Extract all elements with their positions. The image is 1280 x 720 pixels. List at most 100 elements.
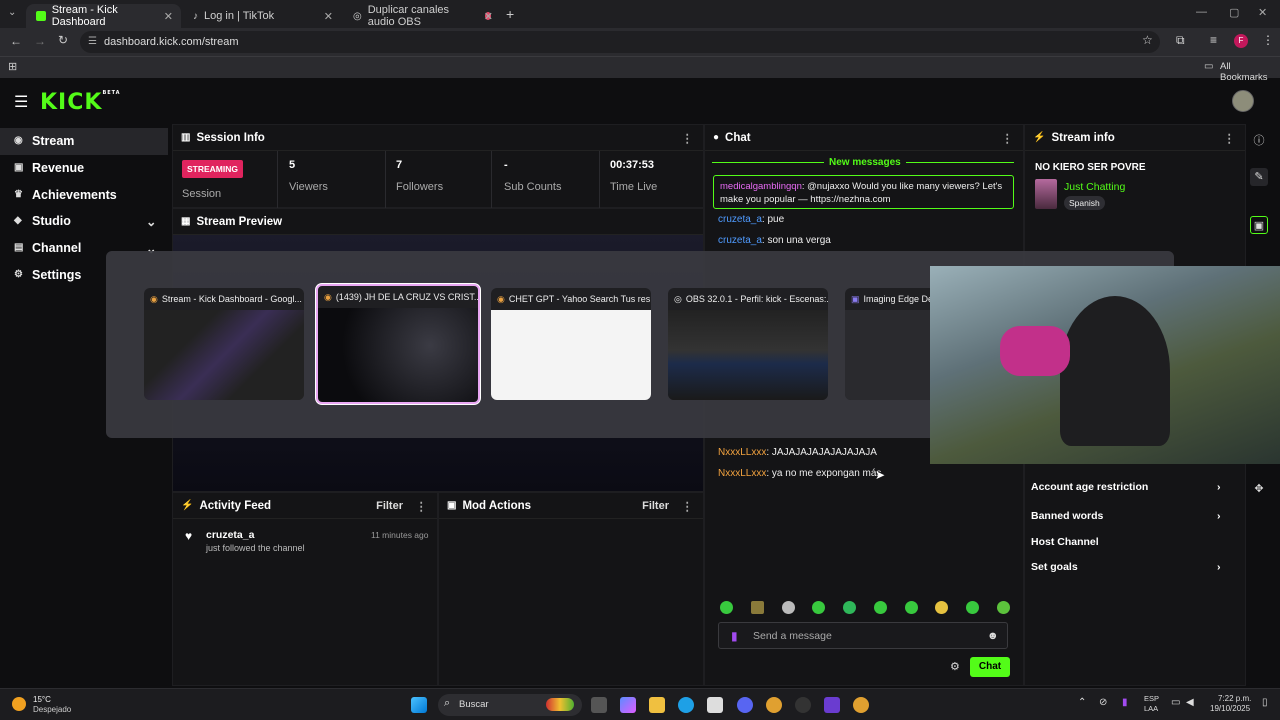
chrome-icon[interactable] <box>766 697 782 713</box>
chat-username[interactable]: NxxxLLxxx <box>718 468 766 479</box>
emoji-icon[interactable]: ☻ <box>987 623 999 649</box>
browser-menu-icon[interactable]: ⋮ <box>1262 33 1274 47</box>
window-thumbnail <box>318 308 478 402</box>
activity-user[interactable]: cruzeta_a <box>206 529 254 541</box>
filter-button[interactable]: Filter <box>376 500 403 512</box>
bookmark-star-icon[interactable]: ☆ <box>1142 33 1153 47</box>
trophy-icon: ♛ <box>14 188 23 200</box>
emote-icon[interactable] <box>996 601 1010 614</box>
setting-host-channel[interactable]: Host Channel <box>1031 536 1099 548</box>
hamburger-menu-icon[interactable]: ☰ <box>14 92 28 112</box>
setting-set-goals[interactable]: Set goals › <box>1031 561 1221 573</box>
obs-icon[interactable] <box>795 697 811 713</box>
speaker-icon[interactable]: ◀ <box>1186 697 1194 708</box>
sidebar-item-stream[interactable]: ◉ Stream <box>0 128 168 155</box>
task-view-icon[interactable] <box>591 697 607 713</box>
more-options-icon[interactable]: ⋮ <box>1224 131 1236 145</box>
switcher-window-obs[interactable]: ◎ OBS 32.0.1 - Perfil: kick - Escenas:... <box>668 288 828 400</box>
moderation-icon[interactable]: ✥ <box>1250 480 1268 498</box>
widget-icon[interactable]: ▣ <box>1250 216 1268 234</box>
reload-icon[interactable]: ↻ <box>58 33 68 47</box>
emote-icon[interactable] <box>843 601 857 614</box>
search-icon: ⌕ <box>444 697 451 709</box>
emote-icon[interactable] <box>750 601 764 614</box>
chevron-up-icon[interactable]: ⌃ <box>1078 697 1086 708</box>
new-tab-icon[interactable]: + <box>506 6 514 22</box>
file-explorer-icon[interactable] <box>649 697 665 713</box>
info-icon[interactable]: ⓘ <box>1250 132 1268 150</box>
edge-icon[interactable] <box>678 697 694 713</box>
switcher-window-kick[interactable]: ◉ Stream - Kick Dashboard - Googl... <box>144 288 304 400</box>
tab-obs-audio[interactable]: ◎ Duplicar canales audio OBS ✕ <box>343 4 501 28</box>
extensions-icon[interactable]: ⧉ <box>1176 33 1185 48</box>
close-tab-icon[interactable]: ✕ <box>484 10 493 23</box>
emote-icon[interactable] <box>720 601 733 614</box>
emote-icon[interactable] <box>781 601 795 614</box>
category-link[interactable]: Just Chatting <box>1064 181 1125 193</box>
emote-icon[interactable] <box>873 601 887 614</box>
close-tab-icon[interactable]: ✕ <box>324 10 333 23</box>
chat-message-text: : ya no me expongan más <box>766 468 882 479</box>
taskbar-search[interactable]: ⌕ Buscar <box>438 694 582 716</box>
more-options-icon[interactable]: ⋮ <box>1002 131 1014 145</box>
clock-time[interactable]: 7:22 p.m. <box>1218 694 1251 703</box>
profile-avatar[interactable]: F <box>1234 34 1248 48</box>
imaging-edge-icon[interactable] <box>824 697 840 713</box>
close-window-icon[interactable]: ✕ <box>1258 6 1267 19</box>
emote-icon[interactable] <box>966 601 980 614</box>
setting-account-age-restriction[interactable]: Account age restriction › <box>1031 481 1221 493</box>
chat-username[interactable]: cruzeta_a <box>718 235 762 246</box>
tab-list-icon[interactable]: ⌄ <box>8 7 16 18</box>
close-tab-icon[interactable]: ✕ <box>164 10 173 23</box>
edit-pencil-icon[interactable]: ✎ <box>1250 168 1268 186</box>
kick-logo[interactable]: KICKBETA <box>40 90 121 115</box>
sidebar-item-revenue[interactable]: ▣ Revenue <box>0 155 168 182</box>
setting-banned-words[interactable]: Banned words › <box>1031 510 1221 522</box>
user-avatar[interactable] <box>1232 90 1254 112</box>
store-icon[interactable] <box>707 697 723 713</box>
switcher-window-imaging-edge[interactable]: ▣ Imaging Edge De... <box>845 288 935 400</box>
switcher-window-youtube[interactable]: ◉ (1439) JH DE LA CRUZ VS CRIST... <box>316 284 480 404</box>
more-options-icon[interactable]: ⋮ <box>682 131 694 145</box>
chat-settings-gear-icon[interactable]: ⚙ <box>950 660 960 673</box>
emote-icon[interactable] <box>904 601 918 614</box>
discord-icon[interactable] <box>737 697 753 713</box>
sidebar-item-achievements[interactable]: ♛ Achievements <box>0 181 168 208</box>
emote-icon[interactable] <box>812 601 826 614</box>
network-off-icon[interactable]: ⊘ <box>1099 697 1107 708</box>
site-info-icon[interactable]: ☰ <box>88 31 97 53</box>
more-options-icon[interactable]: ⋮ <box>682 499 694 513</box>
tab-tiktok[interactable]: ♪ Log in | TikTok ✕ <box>183 4 341 28</box>
forward-icon[interactable]: → <box>34 34 46 48</box>
switcher-window-yahoo[interactable]: ◉ CHET GPT - Yahoo Search Tus res... <box>491 288 651 400</box>
media-controls-icon[interactable]: ≡ <box>1210 33 1217 47</box>
apps-grid-icon[interactable]: ⊞ <box>8 60 17 73</box>
maximize-icon[interactable]: ▢ <box>1229 6 1239 19</box>
clock-date[interactable]: 19/10/2025 <box>1210 704 1250 713</box>
chat-username[interactable]: cruzeta_a <box>718 214 762 225</box>
chat-icon: ● <box>713 132 720 143</box>
minimize-icon[interactable]: — <box>1196 6 1207 18</box>
filter-button[interactable]: Filter <box>642 500 669 512</box>
chevron-down-icon[interactable]: ⌄ <box>146 214 156 229</box>
copilot-icon[interactable] <box>620 697 636 713</box>
chrome-profile-icon[interactable] <box>853 697 869 713</box>
display-icon[interactable]: ▭ <box>1171 697 1180 708</box>
microphone-icon[interactable]: ▮ <box>731 623 738 649</box>
language-indicator[interactable]: ESP <box>1144 694 1159 703</box>
chat-username[interactable]: medicalgamblingqn <box>720 181 802 192</box>
chat-username[interactable]: NxxxLLxxx <box>718 447 766 458</box>
sidebar-item-studio[interactable]: ◆ Studio ⌄ <box>0 208 168 235</box>
url-input[interactable]: ☰ dashboard.kick.com/stream <box>80 31 1160 53</box>
more-options-icon[interactable]: ⋮ <box>416 499 428 513</box>
stat-time-live: 00:37:53 Time Live <box>610 159 657 193</box>
chat-message-input[interactable]: ▮ Send a message ☻ <box>718 622 1008 649</box>
microphone-icon[interactable]: ▮ <box>1122 697 1128 708</box>
tab-kick-dashboard[interactable]: Stream - Kick Dashboard ✕ <box>26 4 181 28</box>
notifications-icon[interactable]: ▯ <box>1262 697 1268 708</box>
back-icon[interactable]: ← <box>10 34 22 48</box>
emote-icon[interactable] <box>935 601 949 614</box>
keyboard-layout[interactable]: LAA <box>1144 704 1158 713</box>
send-chat-button[interactable]: Chat <box>970 657 1010 677</box>
windows-start-icon[interactable] <box>411 697 427 713</box>
